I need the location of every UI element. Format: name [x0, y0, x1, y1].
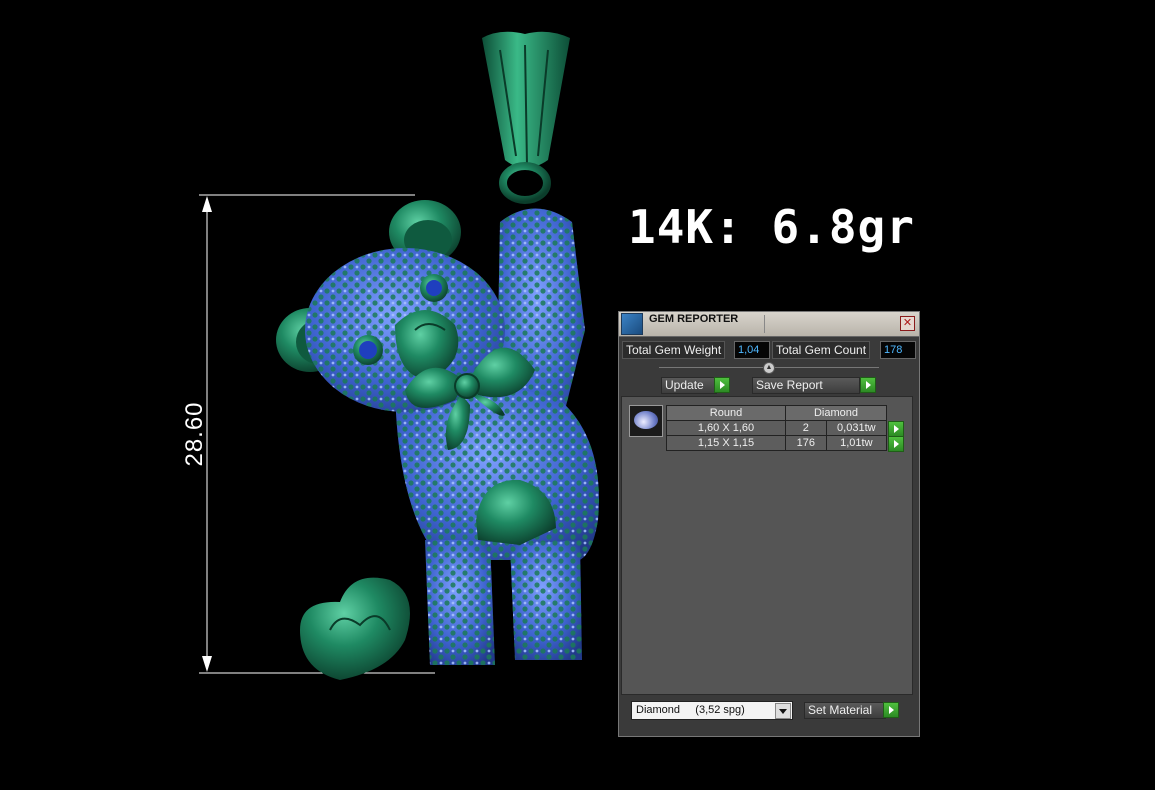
material-select-value: Diamond (3,52 spg)	[636, 704, 745, 716]
gem-table: Round Diamond 1,60 X 1,60 2 0,031tw 1,15…	[666, 405, 904, 452]
gem-shape-header: Round	[666, 405, 786, 421]
set-material-button[interactable]: Set Material	[804, 702, 886, 719]
table-row[interactable]: 1,15 X 1,15 176 1,01tw	[666, 435, 904, 452]
gem-count-cell: 176	[785, 435, 827, 451]
update-go-icon[interactable]	[714, 377, 730, 393]
slider-handle[interactable]: ▲	[763, 362, 775, 374]
gem-reporter-icon	[621, 313, 643, 335]
close-icon[interactable]: ✕	[900, 316, 915, 331]
gem-size-cell: 1,15 X 1,15	[666, 435, 786, 451]
total-gem-count-label: Total Gem Count	[772, 341, 871, 359]
gem-weight-cell: 1,01tw	[825, 435, 888, 451]
bear-heart	[300, 577, 410, 680]
gem-table-header: Round Diamond	[666, 405, 904, 421]
row-select-go-icon[interactable]	[888, 420, 904, 437]
gem-round-icon[interactable]	[629, 405, 663, 437]
bear-eye-right-icon	[426, 280, 442, 296]
title-separator	[764, 315, 765, 333]
save-report-go-icon[interactable]	[860, 377, 876, 393]
save-report-button[interactable]: Save Report	[752, 377, 860, 394]
bear-eye-left-icon	[359, 341, 377, 359]
3d-viewport[interactable]: 28.60 14K: 6.8gr GEM REPORTER ✕ Total Ge…	[0, 0, 1155, 790]
dimension-label: 28.60	[181, 401, 208, 467]
total-gem-count-value: 178	[880, 341, 916, 359]
gem-size-cell: 1,60 X 1,60	[666, 420, 786, 436]
row-select-go-icon[interactable]	[888, 435, 904, 452]
bear-body	[395, 382, 599, 665]
total-gem-weight-label: Total Gem Weight	[622, 341, 726, 359]
panel-title: GEM REPORTER	[649, 313, 739, 325]
gem-material-header: Diamond	[785, 405, 887, 421]
metal-weight-label: 14K: 6.8gr	[628, 200, 915, 254]
update-button[interactable]: Update	[661, 377, 717, 394]
gem-count-cell: 2	[785, 420, 827, 436]
dimension-arrow-bottom-icon	[202, 656, 212, 672]
gem-reporter-panel: GEM REPORTER ✕ Total Gem Weight 1,04 Tot…	[618, 311, 920, 737]
material-select[interactable]: Diamond (3,52 spg)	[631, 701, 793, 720]
total-gem-weight-value: 1,04	[734, 341, 770, 359]
pendant-render	[199, 31, 599, 680]
table-row[interactable]: 1,60 X 1,60 2 0,031tw	[666, 420, 904, 437]
dimension-arrow-top-icon	[202, 196, 212, 212]
pendant-bail	[482, 31, 570, 204]
gem-weight-cell: 0,031tw	[825, 420, 888, 436]
panel-titlebar[interactable]: GEM REPORTER ✕	[619, 312, 919, 337]
set-material-go-icon[interactable]	[883, 702, 899, 718]
chevron-down-icon[interactable]	[775, 703, 791, 719]
gem-list-area: Round Diamond 1,60 X 1,60 2 0,031tw 1,15…	[621, 396, 913, 695]
